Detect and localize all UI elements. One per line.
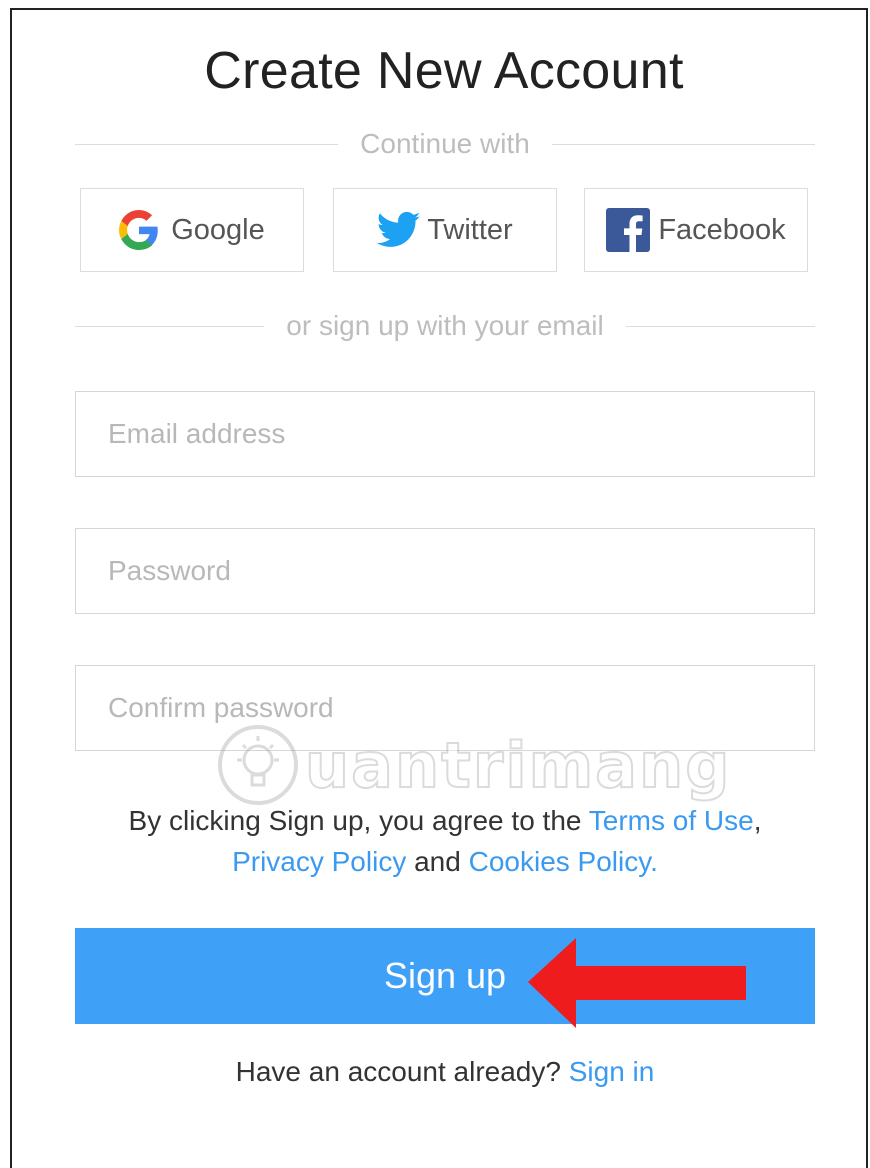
google-icon bbox=[119, 210, 159, 250]
red-arrow-icon bbox=[528, 938, 746, 1028]
have-account-text: Have an account already? Sign in bbox=[75, 1056, 815, 1088]
email-divider-text: or sign up with your email bbox=[286, 310, 604, 341]
have-account-prompt: Have an account already? bbox=[235, 1056, 561, 1087]
divider-line-right bbox=[625, 325, 816, 327]
page-title: Create New Account bbox=[204, 42, 684, 100]
divider-line-left bbox=[75, 143, 339, 145]
twitter-icon bbox=[377, 211, 421, 249]
terms-of-use-link[interactable]: Terms of Use bbox=[589, 805, 754, 836]
twitter-signin-button[interactable]: Twitter bbox=[333, 188, 557, 272]
terms-text: By clicking Sign up, you agree to the Te… bbox=[75, 800, 815, 882]
facebook-signin-button[interactable]: Facebook bbox=[584, 188, 808, 272]
facebook-icon bbox=[606, 208, 651, 252]
email-input[interactable] bbox=[75, 391, 815, 477]
terms-and: and bbox=[414, 846, 461, 877]
twitter-label: Twitter bbox=[427, 213, 513, 246]
sign-in-link[interactable]: Sign in bbox=[569, 1056, 655, 1087]
facebook-label: Facebook bbox=[658, 213, 786, 246]
divider-line-left bbox=[75, 325, 265, 327]
password-input[interactable] bbox=[75, 528, 815, 614]
google-label: Google bbox=[171, 213, 265, 246]
email-divider: or sign up with your email bbox=[75, 310, 816, 342]
terms-comma: , bbox=[753, 805, 762, 836]
google-signin-button[interactable]: Google bbox=[80, 188, 304, 272]
cookies-policy-link[interactable]: Cookies Policy. bbox=[469, 846, 658, 877]
terms-prefix: By clicking Sign up, you agree to the bbox=[128, 805, 582, 836]
confirm-password-input[interactable] bbox=[75, 665, 815, 751]
privacy-policy-link[interactable]: Privacy Policy bbox=[232, 846, 406, 877]
continue-with-divider: Continue with bbox=[75, 128, 815, 160]
divider-line-right bbox=[551, 143, 815, 145]
continue-with-text: Continue with bbox=[360, 128, 530, 159]
